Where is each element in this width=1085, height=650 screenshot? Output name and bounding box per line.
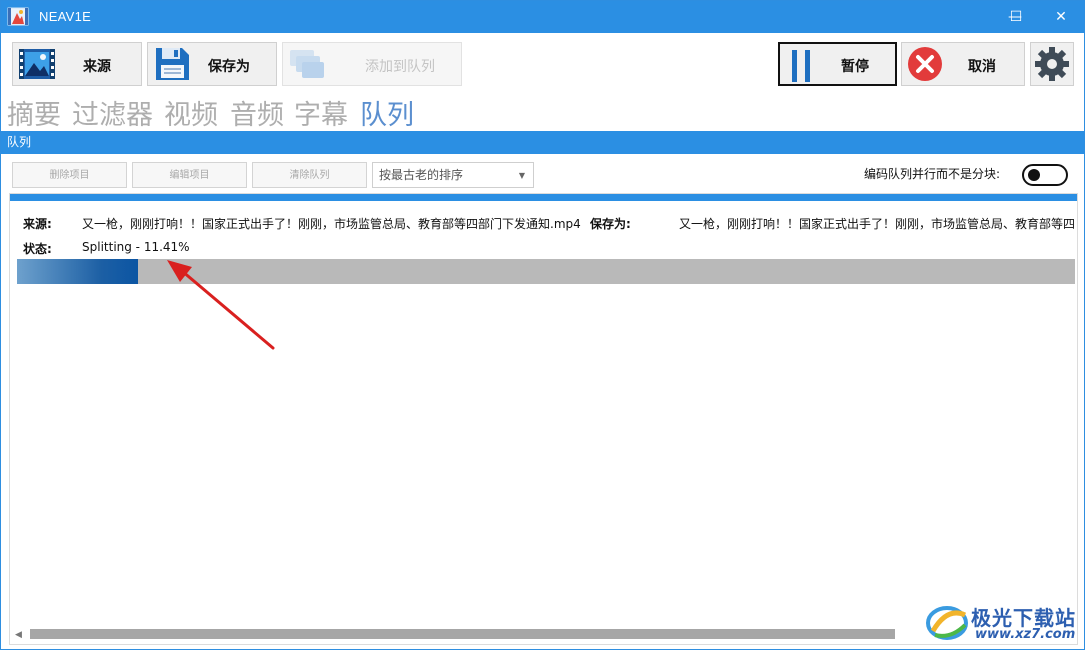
gear-icon: [1035, 47, 1069, 81]
status-key: 状态:: [23, 242, 52, 256]
source-filename: 又一枪，刚刚打响！！国家正式出手了！刚刚，市场监管总局、教育部等四部门下发通知.…: [82, 217, 581, 231]
window-title: NEAV1E: [39, 9, 92, 24]
watermark: 极光下载站 www.xz7.com: [925, 599, 1080, 647]
settings-button[interactable]: [1030, 42, 1074, 86]
cancel-label: 取消: [968, 59, 996, 75]
add-to-queue-label: 添加到队列: [365, 59, 435, 75]
edit-item-button[interactable]: 编辑项目: [132, 162, 247, 188]
clear-queue-button[interactable]: 清除队列: [252, 162, 367, 188]
tab-audio[interactable]: 音频: [230, 93, 284, 132]
status-value: Splitting - 11.41%: [82, 240, 190, 254]
floppy-disk-icon: [156, 48, 189, 80]
tab-filters[interactable]: 过滤器: [72, 93, 153, 132]
sort-order-value: 按最古老的排序: [379, 168, 464, 182]
progress-bar: [17, 259, 1075, 284]
maximize-button[interactable]: ☐: [993, 1, 1039, 33]
save-as-label: 保存为: [208, 59, 250, 75]
title-bar: NEAV1E — ☐ ✕: [1, 1, 1084, 33]
watermark-logo-icon: [926, 606, 968, 640]
watermark-url: www.xz7.com: [975, 627, 1076, 642]
source-key: 来源:: [23, 217, 52, 231]
save-as-button[interactable]: 保存为: [147, 42, 277, 86]
save-as-filename: 又一枪，刚刚打响！！国家正式出手了！刚刚，市场监管总局、教育部等四: [679, 217, 1076, 231]
chevron-down-icon: ▼: [518, 171, 525, 180]
tab-subtitles[interactable]: 字幕: [294, 93, 348, 132]
queue-list: 来源: 又一枪，刚刚打响！！国家正式出手了！刚刚，市场监管总局、教育部等四部门下…: [9, 193, 1078, 645]
app-window: NEAV1E — ☐ ✕ 来源 保存为 添加到队列 暂停 取消 摘要 过滤器 视…: [0, 0, 1085, 650]
pause-icon: [792, 50, 810, 82]
progress-fill: [17, 259, 138, 284]
add-to-queue-button[interactable]: 添加到队列: [282, 42, 462, 86]
save-as-key: 保存为:: [590, 217, 631, 231]
cancel-button[interactable]: 取消: [901, 42, 1025, 86]
section-header: 队列: [1, 131, 1084, 154]
scrollbar-thumb[interactable]: [30, 629, 895, 639]
video-clip-icon: [19, 49, 55, 79]
parallel-encoding-toggle[interactable]: [1022, 164, 1068, 186]
app-logo-icon: [7, 7, 29, 26]
delete-item-button[interactable]: 删除项目: [12, 162, 127, 188]
pause-button[interactable]: 暂停: [778, 42, 897, 86]
tab-queue[interactable]: 队列: [360, 93, 414, 132]
horizontal-scrollbar[interactable]: ◀: [10, 626, 1077, 644]
pause-label: 暂停: [841, 59, 869, 75]
queue-header-bar: [10, 194, 1077, 201]
source-label: 来源: [83, 59, 111, 75]
sort-order-select[interactable]: 按最古老的排序 ▼: [372, 162, 534, 188]
parallel-encoding-label: 编码队列并行而不是分块:: [864, 167, 1001, 181]
toggle-knob: [1028, 169, 1040, 181]
red-x-circle-icon: [908, 47, 942, 81]
scroll-left-arrow-icon[interactable]: ◀: [15, 630, 22, 640]
tab-video[interactable]: 视频: [164, 93, 218, 132]
source-button[interactable]: 来源: [12, 42, 142, 86]
stacked-frames-icon: [290, 50, 324, 78]
close-button[interactable]: ✕: [1038, 1, 1084, 33]
tab-summary[interactable]: 摘要: [7, 93, 61, 132]
